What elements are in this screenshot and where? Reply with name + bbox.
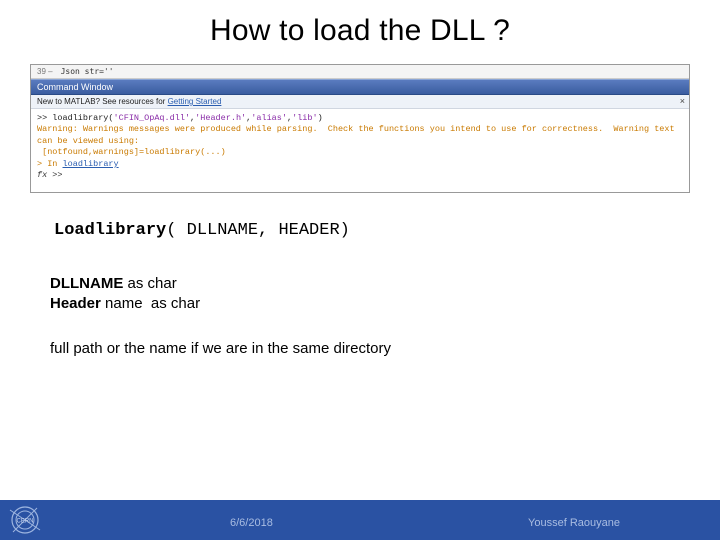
cmd-string: 'Header.h' — [195, 113, 246, 123]
command-window-body: >> loadlibrary('CFIN_OpAq.dll','Header.h… — [31, 109, 689, 192]
logo-text: CERN — [16, 519, 33, 525]
syntax-func: Loadlibrary — [54, 221, 166, 240]
footer-date: 6/6/2018 — [230, 517, 273, 529]
cmd-prompt: fx >> — [37, 170, 63, 180]
cmd-text: ) — [318, 113, 323, 123]
fullpath-note: full path or the name if we are in the s… — [50, 340, 720, 357]
cmd-string: 'alias' — [251, 113, 287, 123]
syntax-close: ) — [340, 221, 350, 240]
slide-title: How to load the DLL ? — [0, 0, 720, 58]
syntax-line: Loadlibrary( DLLNAME, HEADER) — [54, 221, 720, 240]
banner-close-button[interactable]: × — [680, 96, 685, 106]
param-dllname-label: DLLNAME — [50, 275, 123, 292]
slide-footer: CERN 6/6/2018 Youssef Raouyane — [0, 500, 720, 540]
param-dllname-desc: as char — [123, 275, 176, 292]
syntax-comma: , — [258, 221, 278, 240]
matlab-screenshot: 39 – Json str='' Command Window New to M… — [30, 64, 690, 193]
banner-text: New to MATLAB? See resources for — [37, 97, 168, 106]
cmd-warning: Warning: Warnings messages were produced… — [37, 124, 675, 134]
cmd-warning: can be viewed using: — [37, 136, 139, 146]
cmd-warning: [notfound,warnings]=loadlibrary(...) — [37, 147, 226, 157]
editor-line-number: 39 – — [37, 67, 53, 76]
cern-logo: CERN — [6, 501, 44, 539]
command-window-banner: New to MATLAB? See resources for Getting… — [31, 95, 689, 109]
editor-tab-strip: 39 – Json str='' — [31, 65, 689, 79]
param-notes: DLLNAME as char Header name as char — [50, 274, 720, 315]
cmd-warning-link[interactable]: loadlibrary — [63, 159, 119, 169]
param-header-label: Header — [50, 295, 101, 312]
syntax-arg2: HEADER — [278, 221, 339, 240]
cmd-string: 'CFIN_OpAq.dll' — [114, 113, 191, 123]
footer-author: Youssef Raouyane — [528, 517, 620, 529]
cmd-warning: > In — [37, 159, 63, 169]
syntax-open: ( — [166, 221, 186, 240]
getting-started-link[interactable]: Getting Started — [168, 97, 222, 106]
cmd-string: 'lib' — [292, 113, 318, 123]
cmd-text: >> loadlibrary( — [37, 113, 114, 123]
command-window-titlebar: Command Window — [31, 79, 689, 95]
syntax-arg1: DLLNAME — [187, 221, 258, 240]
param-header-desc: name as char — [101, 295, 200, 312]
editor-code-fragment: Json str='' — [61, 67, 114, 76]
